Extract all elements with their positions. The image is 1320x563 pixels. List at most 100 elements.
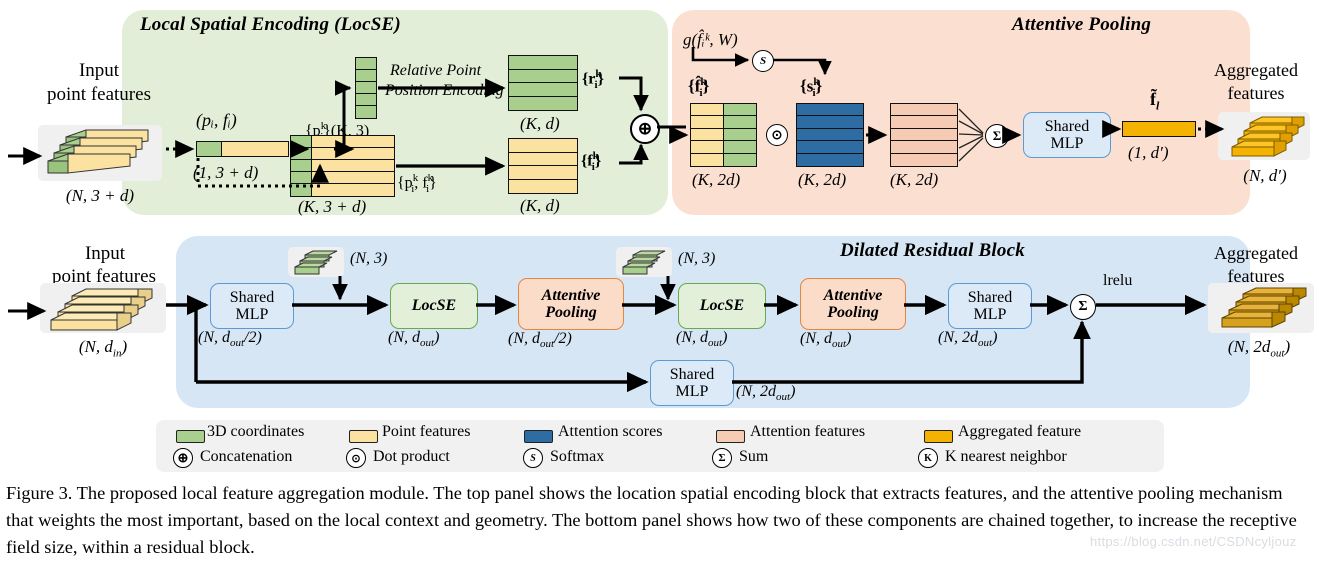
- drb-locse-2-label: LocSE: [699, 297, 745, 315]
- locse-pf-coord-part: [290, 135, 312, 197]
- legend-swatch-attention-features: [716, 430, 745, 443]
- drb-attpool-2-shape: (N, dout): [800, 330, 852, 351]
- drb-coords-stack-2: [616, 247, 672, 277]
- drb-shared-mlp-1-line1: Shared: [229, 288, 275, 306]
- attpool-fhat-label: {f̂ki}: [688, 76, 710, 100]
- locse-pf-feature-part: [311, 135, 395, 197]
- legend-swatch-attention-scores: [524, 430, 553, 443]
- attpool-s-label: {ski}: [800, 76, 823, 100]
- drb-skip-mlp-shape: (N, 2dout): [736, 383, 796, 404]
- drb-sum-icon: Σ: [1070, 294, 1096, 320]
- legend-icon-dot-product: ⊙: [346, 448, 366, 468]
- locse-point-pair-shape: (1, 3 + d): [193, 163, 259, 182]
- drb-input-slab-stack: [40, 283, 166, 333]
- rppe-label-line2: Position Encoding: [385, 82, 504, 99]
- attpool-ftilde-sub: l: [1156, 98, 1160, 113]
- drb-shared-mlp-2-line2: MLP: [973, 306, 1007, 323]
- panel-title-locse: Local Spatial Encoding (LocSE): [140, 14, 401, 35]
- attpool-shared-mlp-line1: Shared: [1044, 117, 1090, 135]
- legend-label-k-nearest-neighbor: K nearest neighbor: [945, 448, 1067, 465]
- drb-attentive-pooling-1[interactable]: Attentive Pooling: [518, 278, 624, 330]
- drb-shared-mlp-1-shape: (N, dout/2): [198, 329, 262, 350]
- locse-point-pair-feature-cell: [221, 141, 289, 157]
- locse-r-text: {r: [582, 70, 596, 88]
- drb-coords-stack-1: [288, 247, 344, 277]
- drb-attpool-2-line1: Attentive: [823, 286, 883, 304]
- legend-swatch-3d-coordinates: [176, 430, 205, 443]
- legend-icon-softmax: S: [523, 448, 543, 468]
- legend-label-attention-features: Attention features: [750, 423, 866, 440]
- legend-label-concatenation: Concatenation: [200, 448, 293, 465]
- drb-skip-mlp-line2: MLP: [675, 383, 709, 400]
- drb-attpool-2-line2: Pooling: [827, 304, 879, 321]
- attpool-attention-features-shape: (K, 2d): [890, 170, 939, 189]
- attpool-fhat-matrix-yellow: [690, 103, 724, 167]
- drb-shared-mlp-2-shape: (N, 2dout): [938, 329, 998, 350]
- locse-f-shape: (K, d): [520, 196, 560, 215]
- drb-input-title-line1: Input: [84, 243, 126, 264]
- attpool-ftilde-label: f̃l: [1150, 89, 1159, 114]
- legend-swatch-aggregated-feature: [924, 430, 953, 443]
- locse-feature-matrix: [508, 138, 578, 194]
- drb-shared-mlp-2-line1: Shared: [967, 288, 1013, 306]
- legend-label-sum: Sum: [739, 448, 769, 465]
- legend-icon-sum: Σ: [712, 448, 732, 468]
- drb-shared-mlp-2[interactable]: Shared MLP: [948, 283, 1032, 329]
- watermark: https://blog.csdn.net/CSDNcyljouz: [1090, 534, 1297, 549]
- drb-locse-1[interactable]: LocSE: [390, 283, 478, 329]
- figure-local-feature-aggregation: Local Spatial Encoding (LocSE) Attentive…: [0, 0, 1320, 563]
- drb-activation-label: lrelu: [1103, 272, 1133, 289]
- drb-input-shape: (N, din): [78, 337, 128, 360]
- attpool-output-shape: (N, d′): [1243, 166, 1287, 185]
- drb-shared-mlp-1[interactable]: Shared MLP: [210, 283, 294, 329]
- concatenation-icon: ⊕: [630, 114, 660, 144]
- drb-coords-2-shape: (N, 3): [678, 250, 716, 267]
- legend-label-aggregated-feature: Aggregated feature: [958, 423, 1082, 440]
- rppe-label-line1: Relative Point: [390, 62, 482, 79]
- locse-pf-label: {pki, fki}: [397, 172, 437, 195]
- attpool-aggregated-vector: [1122, 121, 1196, 137]
- drb-shared-mlp-1-line2: MLP: [235, 306, 269, 323]
- attpool-scores-shape: (K, 2d): [798, 170, 847, 189]
- softmax-icon: S: [752, 50, 774, 72]
- attpool-output-title-line1: Aggregated: [1214, 60, 1298, 80]
- attpool-g-function-label: g(f̂ᵢᵏ, W): [683, 30, 738, 49]
- drb-attpool-1-line2: Pooling: [545, 304, 597, 321]
- legend: 3D coordinates Point features Attention …: [156, 420, 1164, 472]
- locse-relative-position-matrix: [508, 55, 578, 111]
- legend-label-dot-product: Dot product: [373, 448, 450, 465]
- drb-skip-shared-mlp[interactable]: Shared MLP: [650, 360, 734, 406]
- drb-attpool-1-line1: Attentive: [541, 286, 601, 304]
- locse-pf-shape: (K, 3 + d): [298, 197, 367, 216]
- attpool-fhat-shape: (K, 2d): [692, 170, 741, 189]
- locse-input-slab-stack: [38, 125, 162, 181]
- drb-locse-2[interactable]: LocSE: [678, 283, 766, 329]
- attpool-shared-mlp[interactable]: Shared MLP: [1023, 112, 1111, 158]
- drb-output-shape: (N, 2dout): [1227, 337, 1291, 360]
- drb-locse-1-label: LocSE: [411, 297, 457, 315]
- locse-f-label: {fki}: [581, 150, 602, 173]
- attpool-fhat-text: {f̂: [688, 76, 701, 96]
- attpool-ftilde-shape: (1, d′): [1128, 143, 1169, 162]
- locse-input-title-line1: Input: [78, 60, 120, 81]
- legend-label-point-features: Point features: [382, 423, 471, 440]
- locse-r-shape: (K, d): [520, 114, 560, 133]
- drb-attentive-pooling-2[interactable]: Attentive Pooling: [800, 278, 906, 330]
- attpool-output-title-line2: features: [1227, 83, 1285, 103]
- drb-output-slab-stack: [1208, 283, 1314, 333]
- attpool-shared-mlp-line2: MLP: [1050, 135, 1084, 152]
- drb-output-title-line1: Aggregated: [1214, 243, 1298, 263]
- locse-f-text: {f: [581, 152, 593, 170]
- locse-point-pair-coord-cell: [196, 141, 222, 157]
- panel-title-dilated-residual-block: Dilated Residual Block: [840, 240, 1025, 261]
- locse-r-label: {rki}: [582, 68, 604, 91]
- attpool-attention-features-matrix: [890, 103, 958, 167]
- drb-attpool-1-shape: (N, dout/2): [508, 330, 572, 351]
- attpool-scores-matrix: [796, 103, 864, 167]
- sum-icon-attpool: Σ: [985, 124, 1009, 148]
- panel-attentive-pooling: [672, 10, 1250, 215]
- attpool-output-slab-stack: [1218, 112, 1310, 160]
- panel-title-attentive-pooling: Attentive Pooling: [1012, 14, 1152, 35]
- locse-input-title-line2: point features: [47, 84, 151, 105]
- legend-icon-concatenation: ⊕: [173, 448, 193, 468]
